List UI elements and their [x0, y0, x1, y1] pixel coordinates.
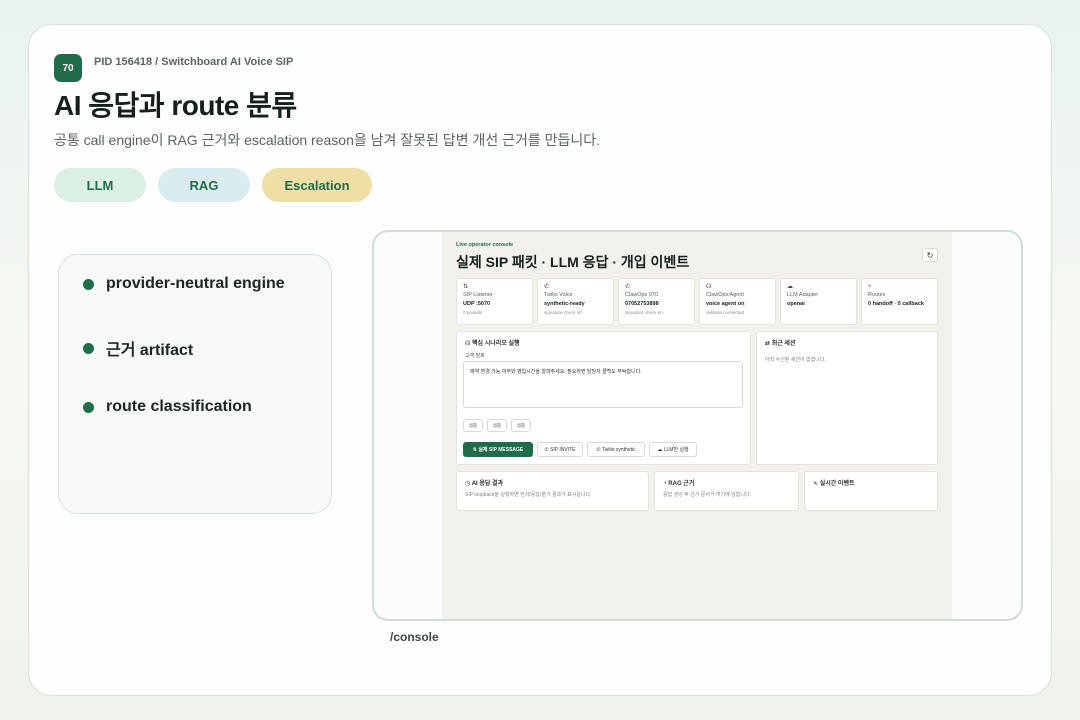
feature-item: 근거 artifact: [83, 336, 193, 360]
scenario-panel: ☊ 핵심 시나리오 실행 고객 발화 예약 변경 가능 여부와 영업시간을 알려…: [456, 331, 751, 465]
bullet-dot-icon: [83, 401, 94, 413]
feature-label: 근거 artifact: [106, 342, 194, 359]
tag-escalation: Escalation: [262, 168, 372, 202]
llm-only-button[interactable]: ☁ LLM만 실행: [649, 442, 697, 457]
headset-icon: ☊: [706, 284, 712, 290]
panel-title: 최근 세션: [771, 341, 796, 347]
recent-sessions-panel: ⇄ 최근 세션 아직 수신된 세션이 없습니다.: [756, 331, 938, 465]
sample-chip[interactable]: 샘플: [463, 419, 483, 432]
feature-item: route classification: [83, 398, 252, 416]
stat-sub: realtime connected: [706, 310, 745, 315]
stat-clawops-agent: ☊ ClawOps Agent voice agent on realtime …: [699, 278, 776, 325]
tag-rag: RAG: [158, 168, 250, 202]
button-label: SIP INVITE: [550, 446, 576, 453]
tag-llm: LLM: [54, 168, 146, 202]
rag-panel: ◔ RAG 근거 응답 생성 후 근거 문서가 여기에 남습니다.: [654, 471, 799, 511]
rag-body: 응답 생성 후 근거 문서가 여기에 남습니다.: [663, 492, 751, 498]
twilio-synthetic-button[interactable]: ✆ Twilio synthetic: [587, 442, 645, 457]
utterance-label: 고객 발화: [465, 353, 485, 359]
ai-result-panel: ◷ AI 응답 결과 SIP loopback을 실행하면 전사/응답/분기 결…: [456, 471, 649, 511]
timer-icon: ◷: [465, 481, 472, 487]
page-title: AI 응답과 route 분류: [54, 90, 297, 121]
stat-value: openai: [787, 301, 805, 307]
stat-sub: 0 packets: [463, 310, 483, 315]
stat-value: synthetic-ready: [544, 301, 585, 307]
sip-message-button[interactable]: ⇅ 실제 SIP MESSAGE: [463, 442, 533, 457]
stat-value: UDP :5070: [463, 301, 491, 307]
operator-console: Live operator console 실제 SIP 패킷 · LLM 응답…: [442, 232, 952, 619]
feature-label: provider-neutral engine: [106, 275, 285, 292]
rag-title: ◔ RAG 근거: [663, 478, 694, 487]
recent-empty: 아직 수신된 세션이 없습니다.: [765, 357, 826, 363]
stat-value: voice agent on: [706, 301, 745, 307]
stat-clawops-070: ✆ ClawOps 070 07052753898 signature chec…: [618, 278, 695, 325]
cloud-icon: ☁: [787, 284, 793, 290]
panel-title: AI 응답 결과: [471, 481, 504, 487]
stat-label: Routes: [868, 292, 886, 298]
activity-icon: ∿: [813, 481, 820, 487]
stat-label: ClawOps Agent: [706, 292, 744, 298]
headset-icon: ☊: [465, 341, 472, 347]
stat-sip-listener: ⇅ SIP Listener UDP :5070 0 packets: [456, 278, 533, 325]
sip-listener-icon: ⇅: [463, 284, 469, 290]
recent-title: ⇄ 최근 세션: [765, 338, 795, 347]
sample-chip[interactable]: 샘플: [487, 419, 507, 432]
utterance-textarea[interactable]: 예약 변경 가능 여부와 영업시간을 알려주세요. 필요하면 담당자 콜백도 부…: [463, 361, 743, 408]
stat-label: LLM Adapter: [787, 292, 819, 298]
events-title: ∿ 실시간 이벤트: [813, 478, 855, 487]
ai-result-body: SIP loopback을 실행하면 전사/응답/분기 결과가 표시됩니다.: [465, 492, 592, 498]
stat-label: ClawOps 070: [625, 292, 659, 298]
console-screenshot: Live operator console 실제 SIP 패킷 · LLM 응답…: [372, 230, 1023, 621]
scenario-title: ☊ 핵심 시나리오 실행: [465, 338, 520, 347]
button-label: LLM만 실행: [663, 447, 689, 453]
stat-value: 07052753898: [625, 301, 659, 307]
stat-value: 0 handoff · 0 callback: [868, 301, 924, 307]
route-icon: ⑂: [868, 284, 872, 290]
page-subtitle: 공통 call engine이 RAG 근거와 escalation reaso…: [54, 132, 601, 148]
console-title: 실제 SIP 패킷 · LLM 응답 · 개입 이벤트: [456, 254, 690, 270]
sip-invite-button[interactable]: ✆ SIP INVITE: [537, 442, 583, 457]
stat-label: Twilio Voice: [544, 292, 573, 298]
stat-routes: ⑂ Routes 0 handoff · 0 callback: [861, 278, 938, 325]
bullet-dot-icon: [83, 342, 94, 354]
panel-title: 실시간 이벤트: [819, 481, 855, 487]
console-caption: /console: [390, 630, 439, 644]
stat-twilio-voice: ✆ Twilio Voice synthetic-ready signature…: [537, 278, 614, 325]
feature-label: route classification: [106, 398, 252, 415]
sample-chip[interactable]: 샘플: [511, 419, 531, 432]
panel-title: RAG 근거: [668, 481, 695, 487]
phone-icon: ✆: [544, 284, 550, 290]
pid-label: PID 156418 / Switchboard AI Voice SIP: [94, 56, 294, 68]
console-tag: Live operator console: [456, 242, 514, 248]
phone-icon: ✆: [625, 284, 631, 290]
stat-label: SIP Listener: [463, 292, 493, 298]
stat-llm-adapter: ☁ LLM Adapter openai: [780, 278, 857, 325]
refresh-icon[interactable]: ↻: [922, 248, 938, 262]
bullet-dot-icon: [83, 278, 94, 290]
pid-badge: 70: [54, 54, 82, 82]
stat-sub: signature check off: [544, 310, 582, 315]
button-label: 실제 SIP MESSAGE: [478, 447, 524, 453]
feature-item: provider-neutral engine: [83, 275, 285, 293]
button-label: Twilio synthetic: [601, 446, 636, 453]
sessions-icon: ⇄: [765, 341, 772, 347]
feature-list: provider-neutral engine 근거 artifact rout…: [58, 254, 332, 514]
events-panel: ∿ 실시간 이벤트: [804, 471, 938, 511]
stat-sub: signature check on: [625, 310, 663, 315]
ai-result-title: ◷ AI 응답 결과: [465, 478, 503, 487]
panel-title: 핵심 시나리오 실행: [472, 341, 520, 347]
